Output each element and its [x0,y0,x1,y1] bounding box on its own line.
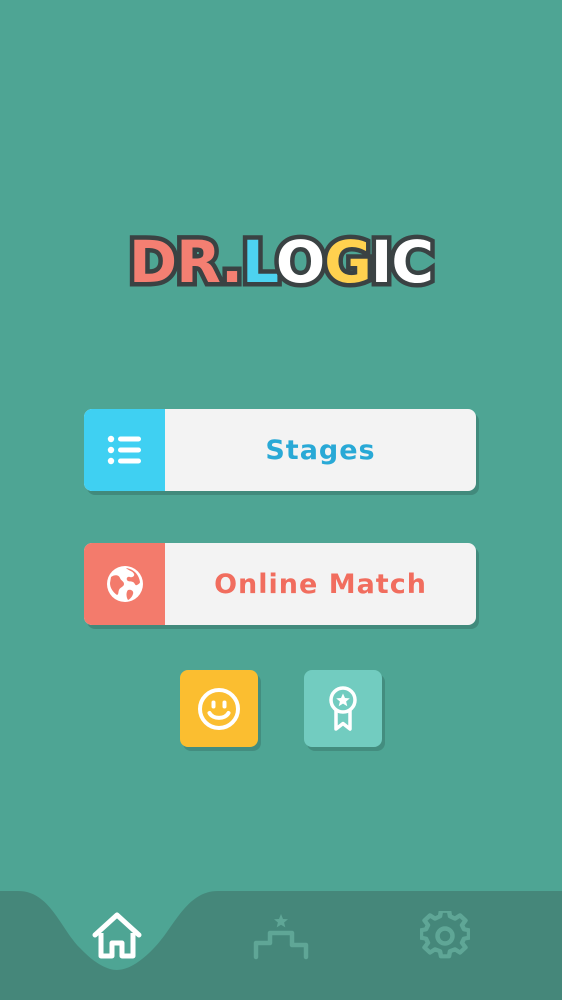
online-match-button[interactable]: Online Match [84,543,476,625]
stages-button[interactable]: Stages [84,409,476,491]
logo-letter-c: C [387,224,438,301]
logo-letter-l: L [237,224,281,301]
logo-letter-d: D [125,224,182,301]
ranking-button[interactable] [304,670,382,747]
ribbon-badge-icon [329,685,357,731]
globe-icon [106,566,143,602]
nav-home[interactable] [66,888,168,1000]
logo-letter-o: O [271,224,329,301]
logo-letter-g: G [320,224,377,301]
podium-icon [253,914,309,960]
stages-label: Stages [265,434,376,466]
home-icon [92,912,142,959]
app-logo: DR.LOGIC [0,222,562,302]
nav-settings[interactable] [394,888,496,1000]
online-match-icon-box [84,543,165,625]
smiley-icon [198,687,240,730]
gear-icon [420,911,470,959]
stages-icon-box [84,409,165,491]
nav-podium[interactable] [230,888,332,1000]
online-match-label: Online Match [214,568,427,600]
list-icon [107,435,141,465]
logo-letter-r: R [172,224,227,301]
logo-letter-dot: . [216,224,247,301]
home-screen: DR.LOGIC Stages Online Match [0,0,562,1000]
bottom-nav [0,888,562,1000]
emoji-button[interactable] [180,670,258,747]
logo-letter-i: I [366,224,396,301]
